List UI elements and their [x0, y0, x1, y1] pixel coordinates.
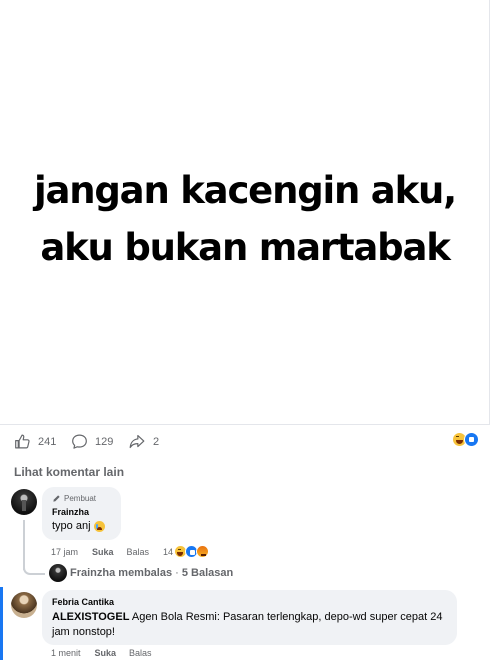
crying-emoji-icon [93, 520, 105, 532]
comment-stat[interactable]: 129 [71, 433, 113, 450]
replies-separator: · [172, 567, 182, 579]
pencil-icon [53, 495, 60, 502]
comment-count: 129 [95, 435, 114, 448]
thread-line-branch [23, 568, 45, 575]
replies-author: Frainzha membalas [70, 567, 173, 579]
view-replies-link[interactable]: Frainzha membalas · 5 Balasan [70, 567, 233, 579]
reply-button[interactable]: Balas [127, 547, 150, 557]
comment-timestamp[interactable]: 1 menit [51, 648, 81, 658]
thumbs-up-icon [15, 434, 30, 449]
like-icon [464, 432, 479, 447]
comment-text-body: typo anj [52, 520, 91, 532]
comment-timestamp[interactable]: 17 jam [51, 547, 78, 557]
avatar[interactable] [11, 592, 37, 618]
comment-bubble-icon [72, 434, 87, 449]
comment-text: typo anj [52, 520, 111, 532]
comment-text: ALEXISTOGEL Agen Bola Resmi: Pasaran ter… [52, 610, 447, 640]
angry-icon [196, 545, 210, 558]
like-count: 241 [38, 435, 57, 448]
like-stat[interactable]: 241 [14, 433, 56, 450]
share-stat[interactable]: 2 [128, 433, 159, 450]
replies-count: 5 Balasan [181, 567, 234, 579]
comment-bubble: Pembuat Frainzha typo anj [42, 487, 121, 540]
post-image[interactable]: jangan kacengin aku, aku bukan martabak [0, 0, 490, 424]
comment-actions: 1 menit Suka Balas [51, 648, 166, 658]
like-button[interactable]: Suka [95, 648, 117, 658]
author-badge: Pembuat [52, 494, 111, 503]
post-stats-bar: 241 129 2 [0, 424, 490, 458]
comment-author[interactable]: Febria Cantika [52, 597, 447, 607]
meme-line-1: jangan kacengin aku, [34, 169, 457, 212]
share-arrow-icon [129, 434, 145, 449]
comment-reactions[interactable]: 14 [163, 545, 210, 558]
reaction-summary[interactable] [452, 432, 479, 447]
author-badge-label: Pembuat [64, 494, 97, 503]
comment-text-bold: ALEXISTOGEL [52, 611, 130, 623]
comment-bubble: Febria Cantika ALEXISTOGEL Agen Bola Res… [42, 590, 457, 645]
meme-line-2: aku bukan martabak [40, 226, 451, 269]
reply-button[interactable]: Balas [129, 648, 152, 658]
avatar[interactable] [11, 489, 37, 515]
thread-line [23, 520, 25, 570]
like-button[interactable]: Suka [92, 547, 114, 557]
reaction-count: 14 [163, 546, 174, 557]
view-more-comments-link[interactable]: Lihat komentar lain [14, 465, 124, 479]
reply-avatar [49, 564, 67, 582]
comment-author[interactable]: Frainzha [52, 507, 111, 517]
share-count: 2 [153, 435, 160, 448]
comment-actions: 17 jam Suka Balas 14 [51, 545, 210, 558]
new-comment-indicator [0, 587, 3, 660]
meme-text: jangan kacengin aku, aku bukan martabak [0, 162, 490, 276]
